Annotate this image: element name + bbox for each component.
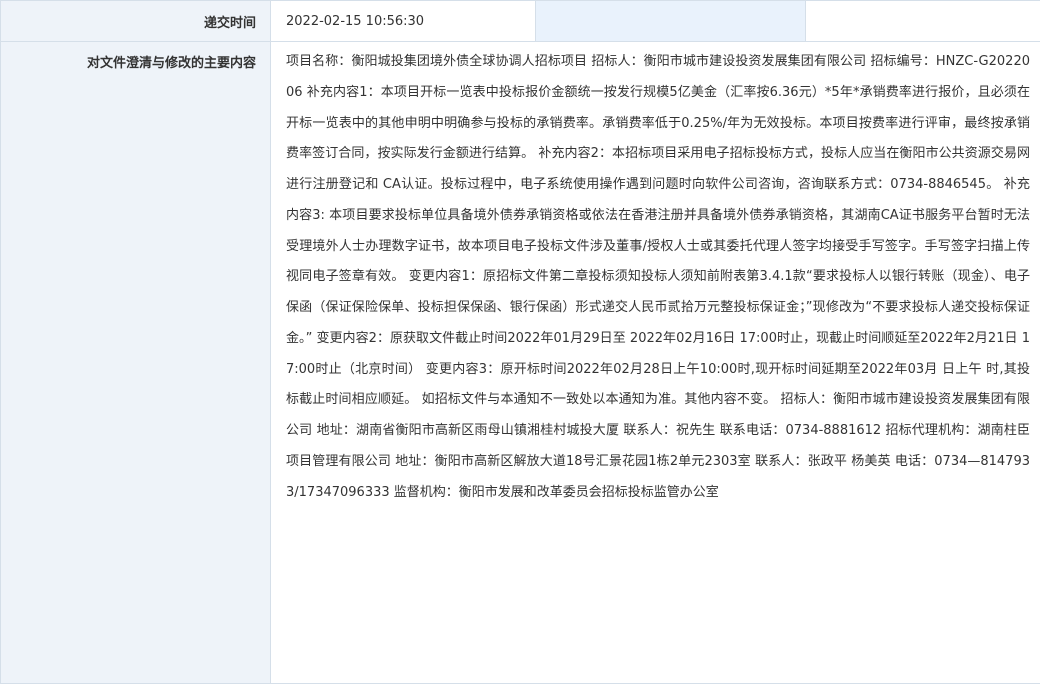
submit-time-value: 2022-02-15 10:56:30 <box>271 1 536 42</box>
empty-value-cell <box>806 1 1040 42</box>
submit-time-label: 递交时间 <box>1 1 271 42</box>
empty-label-cell <box>536 1 806 42</box>
main-content-label: 对文件澄清与修改的主要内容 <box>1 42 271 684</box>
notice-details-table: 递交时间 2022-02-15 10:56:30 对文件澄清与修改的主要内容 项… <box>0 0 1040 684</box>
main-content-row: 对文件澄清与修改的主要内容 项目名称：衡阳城投集团境外债全球协调人招标项目 招标… <box>1 42 1040 684</box>
submit-time-row: 递交时间 2022-02-15 10:56:30 <box>1 1 1040 42</box>
main-content-text: 项目名称：衡阳城投集团境外债全球协调人招标项目 招标人：衡阳市城市建设投资发展集… <box>271 42 1040 684</box>
